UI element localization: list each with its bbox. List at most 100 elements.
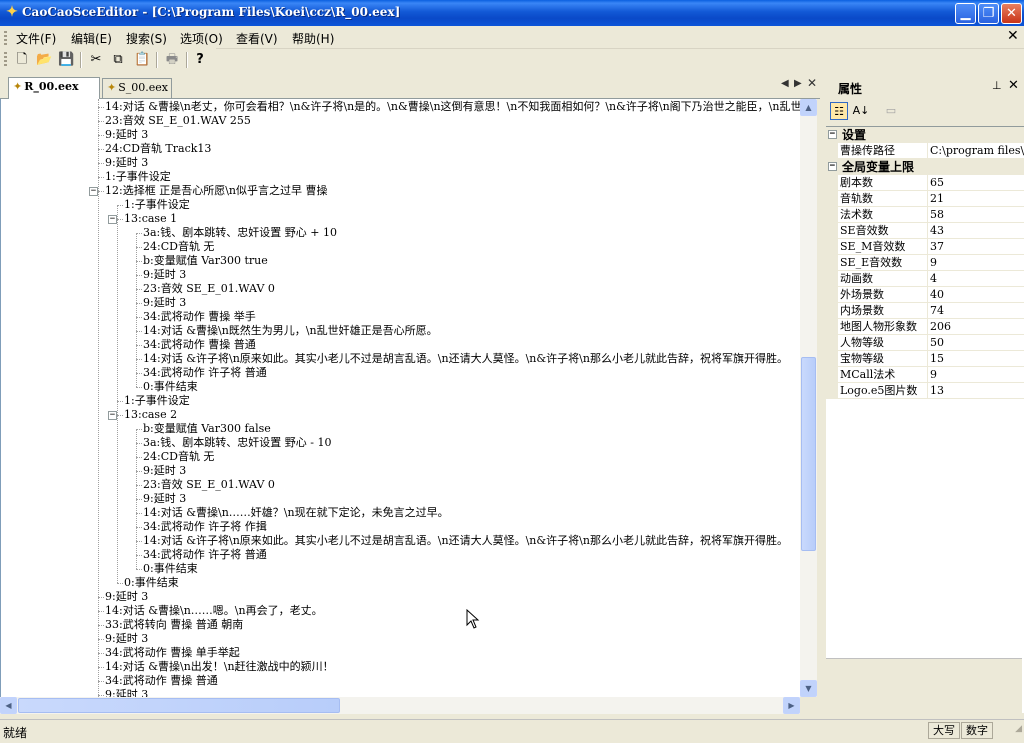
tree-node[interactable]: 1:子事件设定 [105,170,171,184]
tab-scroll-right-icon[interactable]: ▶ [794,78,802,89]
property-row[interactable]: 人物等级 50 [826,335,1024,351]
vertical-scrollbar[interactable]: ▲ ▼ [800,99,817,697]
tree-node[interactable]: 34:武将动作 曹操 普通 [105,674,218,688]
property-row[interactable]: 外场景数 40 [826,287,1024,303]
property-value[interactable]: 74 [927,303,1024,318]
horizontal-scrollbar[interactable]: ◀ ▶ [0,697,800,714]
tree-node[interactable]: 14:对话 &许子将\n原来如此。其实小老儿不过是胡言乱语。\n还请大人莫怪。\… [143,534,788,548]
tree-node[interactable]: 34:武将动作 曹操 举手 [143,310,256,324]
categorized-view-icon[interactable]: ☷ [830,102,848,120]
tree-node[interactable]: 23:音效 SE_E_01.WAV 0 [143,478,275,492]
category-collapse-toggle[interactable]: − [828,130,837,139]
tree-node[interactable]: 14:对话 &曹操\n既然生为男儿，\n乱世奸雄正是吾心所愿。 [143,324,438,338]
property-value[interactable]: 65 [927,175,1024,190]
tree-node[interactable]: 9:延时 3 [143,296,186,310]
tree-node[interactable]: 34:武将动作 许子将 普通 [143,548,267,562]
menu-edit[interactable]: 编辑(E) [71,30,112,47]
property-value[interactable]: 13 [927,383,1024,398]
restore-button[interactable]: ❐ [978,3,999,24]
property-row[interactable]: 剧本数 65 [826,175,1024,191]
property-value[interactable]: 15 [927,351,1024,366]
property-category[interactable]: − 设置 [826,127,1024,143]
property-row[interactable]: MCall法术 9 [826,367,1024,383]
tab-s00[interactable]: ✦ S_00.eex [102,78,172,98]
property-value[interactable]: 206 [927,319,1024,334]
tree-node[interactable]: 34:武将动作 曹操 单手举起 [105,646,240,660]
tree-node[interactable]: b:变量赋值 Var300 false [143,422,271,436]
vertical-scroll-thumb[interactable] [801,357,816,551]
paste-icon[interactable]: 📋 [134,52,150,68]
property-value[interactable]: 58 [927,207,1024,222]
menu-search[interactable]: 搜索(S) [126,30,167,47]
minimize-button[interactable]: ▁ [955,3,976,24]
pin-icon[interactable]: ⊥ [992,79,1002,92]
property-value[interactable]: C:\program files\koei\ccz [927,143,1024,158]
property-row[interactable]: 曹操传路径 C:\program files\koei\ccz [826,143,1024,159]
tree-collapse-toggle[interactable]: − [89,187,98,196]
tree-node[interactable]: 14:对话 &许子将\n原来如此。其实小老儿不过是胡言乱语。\n还请大人莫怪。\… [143,352,788,366]
cut-icon[interactable]: ✂ [88,52,104,68]
menu-file[interactable]: 文件(F) [16,30,56,47]
open-folder-icon[interactable]: 📂 [36,52,52,68]
alphabetical-sort-icon[interactable]: A↓ [852,102,870,120]
tree-node[interactable]: b:变量赋值 Var300 true [143,254,268,268]
tab-r00[interactable]: ✦ R_00.eex [8,77,100,99]
tree-node[interactable]: 23:音效 SE_E_01.WAV 0 [143,282,275,296]
tree-collapse-toggle[interactable]: − [108,411,117,420]
property-value[interactable]: 37 [927,239,1024,254]
tree-node[interactable]: 0:事件结束 [143,380,198,394]
tab-close-icon[interactable]: ✕ [807,76,817,90]
tree-node[interactable]: 24:CD音轨 Track13 [105,142,211,156]
help-icon[interactable]: ? [192,52,208,68]
category-collapse-toggle[interactable]: − [828,162,837,171]
tab-scroll-left-icon[interactable]: ◀ [781,78,789,89]
property-value[interactable]: 21 [927,191,1024,206]
tree-node[interactable]: 9:延时 3 [105,590,148,604]
tree-node[interactable]: 14:对话 &曹操\n……奸雄？\n现在就下定论，未免言之过早。 [143,506,449,520]
tree-node[interactable]: 13:case 1 [124,212,177,226]
horizontal-scroll-thumb[interactable] [18,698,340,713]
tree-node[interactable]: 24:CD音轨 无 [143,450,214,464]
property-row[interactable]: 地图人物形象数 206 [826,319,1024,335]
property-pages-icon[interactable]: ▭ [882,102,900,120]
tree-node[interactable]: 9:延时 3 [105,128,148,142]
tree-node[interactable]: 33:武将转向 曹操 普通 朝南 [105,618,243,632]
menu-options[interactable]: 选项(O) [180,30,223,47]
scroll-right-icon[interactable]: ▶ [783,697,800,714]
menu-view[interactable]: 查看(V) [236,30,278,47]
property-row[interactable]: 音轨数 21 [826,191,1024,207]
property-row[interactable]: 动画数 4 [826,271,1024,287]
property-value[interactable]: 50 [927,335,1024,350]
tree-node[interactable]: 9:延时 3 [143,268,186,282]
tree-node[interactable]: 14:对话 &曹操\n出发！\n赶往激战中的颍川！ [105,660,334,674]
tree-node[interactable]: 24:CD音轨 无 [143,240,214,254]
scroll-down-icon[interactable]: ▼ [800,680,817,697]
tree-node[interactable]: 9:延时 3 [105,632,148,646]
tree-node[interactable]: 9:延时 3 [143,464,186,478]
tree-node[interactable]: 12:选择框 正是吾心所愿\n似乎言之过早 曹操 [105,184,328,198]
menu-help[interactable]: 帮助(H) [292,30,334,47]
property-value[interactable]: 9 [927,255,1024,270]
close-button[interactable]: ✕ [1001,3,1022,24]
tree-node[interactable]: 14:对话 &曹操\n老丈，你可会看相？\n&许子将\n是的。\n&曹操\n这倒… [105,100,801,114]
tree-node[interactable]: 3a:钱、剧本跳转、忠奸设置 野心 - 10 [143,436,331,450]
property-value[interactable]: 43 [927,223,1024,238]
property-value[interactable]: 4 [927,271,1024,286]
property-value[interactable]: 9 [927,367,1024,382]
new-file-icon[interactable]: 🗋 [14,52,30,68]
tree-node[interactable]: 23:音效 SE_E_01.WAV 255 [105,114,251,128]
event-tree[interactable]: 14:对话 &曹操\n老丈，你可会看相？\n&许子将\n是的。\n&曹操\n这倒… [0,99,801,697]
property-row[interactable]: 宝物等级 15 [826,351,1024,367]
property-row[interactable]: 法术数 58 [826,207,1024,223]
scroll-left-icon[interactable]: ◀ [0,697,17,714]
property-category[interactable]: − 全局变量上限 [826,159,1024,175]
property-value[interactable]: 40 [927,287,1024,302]
property-row[interactable]: SE音效数 43 [826,223,1024,239]
scroll-up-icon[interactable]: ▲ [800,99,817,116]
tree-node[interactable]: 1:子事件设定 [124,198,190,212]
print-icon[interactable]: 🖶 [164,52,180,68]
tree-node[interactable]: 34:武将动作 曹操 普通 [143,338,256,352]
copy-icon[interactable]: ⧉ [110,52,126,68]
toolbar-grip[interactable] [4,52,7,68]
tree-collapse-toggle[interactable]: − [108,215,117,224]
